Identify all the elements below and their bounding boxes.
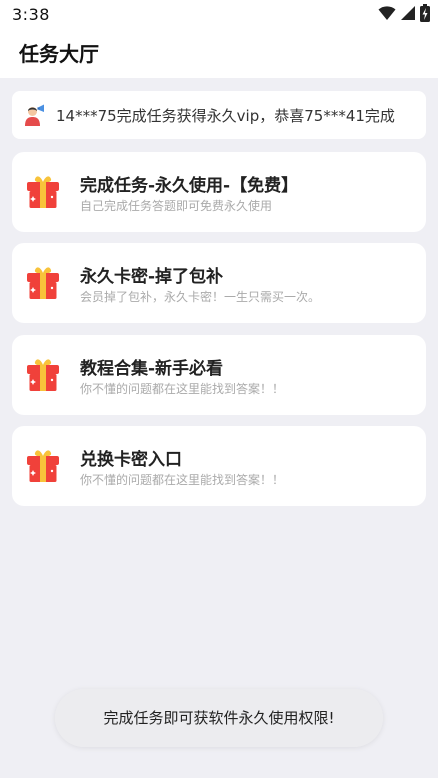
task-card-permanent-key[interactable]: 永久卡密-掉了包补 会员掉了包补，永久卡密！一生只需买一次。 bbox=[12, 243, 426, 323]
task-description: 你不懂的问题都在这里能找到答案！！ bbox=[80, 382, 285, 396]
gift-box-icon bbox=[24, 355, 62, 393]
task-title: 永久卡密-掉了包补 bbox=[80, 267, 224, 287]
task-card-tutorials[interactable]: 教程合集-新手必看 你不懂的问题都在这里能找到答案！！ bbox=[12, 335, 426, 415]
status-time: 3:38 bbox=[12, 5, 50, 24]
gift-box-icon bbox=[24, 446, 62, 484]
gift-box-icon bbox=[24, 172, 62, 210]
task-title: 教程合集-新手必看 bbox=[80, 359, 224, 379]
app-header: 任务大厅 bbox=[0, 30, 438, 78]
signal-icon bbox=[400, 5, 416, 25]
task-description: 你不懂的问题都在这里能找到答案！！ bbox=[80, 473, 285, 487]
task-card-redeem-key[interactable]: 兑换卡密入口 你不懂的问题都在这里能找到答案！！ bbox=[12, 426, 426, 506]
battery-charging-icon bbox=[420, 4, 430, 26]
toast: 完成任务即可获软件永久使用权限! bbox=[55, 689, 383, 747]
task-description: 会员掉了包补，永久卡密！一生只需买一次。 bbox=[80, 290, 321, 304]
gift-box-icon bbox=[24, 263, 62, 301]
notice-marquee: 14***75完成任务获得永久vip，恭喜75***41完成 bbox=[12, 91, 426, 139]
user-megaphone-icon bbox=[22, 103, 46, 127]
task-description: 自己完成任务答题即可免费永久使用 bbox=[80, 199, 273, 213]
task-card-free-forever[interactable]: 完成任务-永久使用-【免费】 自己完成任务答题即可免费永久使用 bbox=[12, 152, 426, 232]
status-bar: 3:38 bbox=[0, 0, 438, 30]
task-title: 兑换卡密入口 bbox=[80, 450, 182, 470]
status-icons bbox=[378, 4, 430, 26]
wifi-icon bbox=[378, 5, 396, 25]
task-title: 完成任务-永久使用-【免费】 bbox=[80, 176, 299, 196]
page-title: 任务大厅 bbox=[19, 42, 99, 66]
notice-text: 14***75完成任务获得永久vip，恭喜75***41完成 bbox=[56, 107, 395, 125]
toast-text: 完成任务即可获软件永久使用权限! bbox=[103, 709, 335, 727]
